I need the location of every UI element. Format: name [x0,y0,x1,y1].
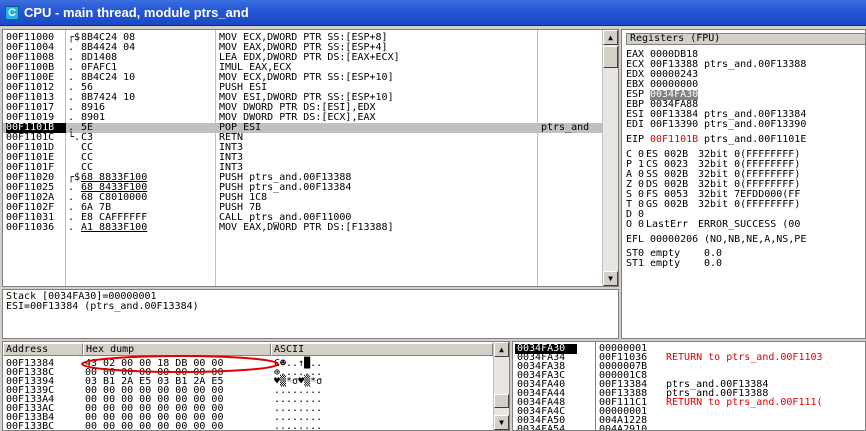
disasm-instruction: PUSH 1C8 [219,192,268,203]
disasm-row[interactable]: 00F1101D CC INT3 [3,143,603,153]
register-label: ST1 [626,258,645,269]
dump-header-ascii[interactable]: ASCII [271,343,493,356]
register-detail: (NO,NB,NE,A,NS,PE [704,234,807,245]
disasm-instruction: INT3 [219,142,244,153]
dump-row[interactable]: 00F1339C 00 00 00 00 00 00 00 00........ [3,386,493,396]
register-detail: ptrs_and.00F1101E [704,134,807,145]
disasm-row[interactable]: 00F1101B. 5E POP ESI ptrs_and [3,123,603,133]
disasm-instruction: INT3 [219,152,244,163]
disasm-row[interactable]: 00F1101C └. C3 RETN [3,133,603,143]
disassembly-pane[interactable]: 00F11000 ┌$ 8B4C24 08 MOV ECX,DWORD PTR SS:… [2,29,619,287]
dump-row[interactable]: 00F133AC 00 00 00 00 00 00 00 00........ [3,404,493,414]
dump-row[interactable]: 00F13384 43 02 00 00 18 DB 00 00 C☻..↑█.. [3,359,493,369]
register-row[interactable]: T 0 GS 002B 32bit 0(FFFFFFFF) [626,199,865,210]
stack-value: 004A2910 [599,424,648,431]
register-detail: 32bit 0(FFFFFFFF) [698,199,801,210]
register-value[interactable]: 00000206 [650,235,698,245]
disasm-row[interactable]: 00F1101E CC INT3 [3,153,603,163]
dump-scrollbar[interactable]: ▲ ▼ [493,342,509,430]
window-title: CPU - main thread, module ptrs_and [24,5,249,20]
stack-address: 0034FA54 [517,424,566,431]
register-detail: 0.0 [704,258,723,269]
registers-header[interactable]: Registers (FPU) [626,33,865,45]
disasm-hex: A1 8833F100 [81,222,148,233]
register-value[interactable]: LastErr [646,220,688,230]
disasm-instruction: MOV EAX,DWORD PTR DS:[F13388] [219,222,394,233]
disasm-instruction: POP ESI [219,122,262,133]
dump-scroll-thumb[interactable] [494,394,509,408]
info-line-esi: ESI=00F13384 (ptrs_and.00F13384) [6,301,199,312]
disasm-hex: 8B4C24 10 [81,72,136,83]
registers-pane[interactable]: Registers (FPU) EAX 0000DB18 ECX 00F13388 pt… [621,29,866,339]
stack-row[interactable]: 0034FA38 0000007B [513,362,865,372]
disasm-hex: 8901 [81,112,106,123]
disasm-row[interactable]: 00F11036. A1 8833F100 MOV EAX,DWORD PTR DS… [3,223,603,233]
register-detail: ERROR_SUCCESS (00 [698,219,801,230]
register-row[interactable]: O 0 LastErr ERROR_SUCCESS (00 [626,219,865,230]
disasm-comment: ptrs_and [541,122,590,133]
disasm-instruction: RETN [219,132,244,143]
register-detail: ptrs_and.00F13390 [704,119,807,130]
info-pane: Stack [0034FA30]=00000001 ESI=00F13384 (… [2,289,619,339]
disasm-row[interactable]: 00F11019. 8901 MOV DWORD PTR DS:[ECX],EAX [3,113,603,123]
disasm-row[interactable]: 00F1100E. 8B4C24 10 MOV ECX,DWORD PTR SS:[… [3,73,603,83]
register-value[interactable]: 00F13390 [650,120,698,130]
disasm-hex: CC [81,142,94,153]
register-row[interactable]: EIP 00F1101B ptrs_and.00F1101E [626,134,865,145]
scroll-down-button[interactable]: ▼ [603,271,618,286]
register-value[interactable]: GS 002B [646,200,688,210]
stack-row[interactable]: 0034FA34 00F11036 RETURN to ptrs_and.00F11… [513,353,865,363]
window-title-bar[interactable]: C CPU - main thread, module ptrs_and [0,0,866,26]
register-label: O 0 [626,219,645,230]
disasm-hex: CC [81,152,94,163]
dump-row[interactable]: 00F133BC 00 00 00 00 00 00 00 00........ [3,422,493,431]
stack-row[interactable]: 0034FA4C 00000001 [513,407,865,417]
scroll-up-button[interactable]: ▲ [603,30,618,45]
stack-row[interactable]: 0034FA54 004A2910 [513,424,865,431]
scroll-thumb[interactable] [603,46,618,68]
disasm-hex: C3 [81,132,94,143]
disasm-address: 00F11036 [6,222,55,233]
register-value[interactable]: empty [650,259,680,269]
register-detail: ptrs_and.00F13388 [704,59,807,70]
register-row[interactable]: EDI 00F13390 ptrs_and.00F13390 [626,119,865,130]
register-row[interactable]: EFL 00000206 (NO,NB,NE,A,NS,PE [626,234,865,245]
register-label: EFL [626,234,645,245]
disassembly-scrollbar[interactable]: ▲ ▼ [602,30,618,286]
disasm-bracket: . [68,222,75,233]
stack-row[interactable]: 0034FA48 00F111C1 RETURN to ptrs_and.00F11… [513,398,865,408]
dump-row[interactable]: 00F133A4 00 00 00 00 00 00 00 00........ [3,395,493,405]
register-value[interactable]: 00F1101B [650,135,698,145]
memory-dump-pane[interactable]: Address Hex dump ASCII 00F13384 43 02 00 … [2,341,510,431]
disasm-instruction: MOV DWORD PTR DS:[ECX],EAX [219,112,376,123]
dump-row[interactable]: 00F13394 03 B1 2A E5 03 B1 2A E5 ♥▒*σ♥▒*σ [3,377,493,387]
cpu-window-icon: C [5,6,19,20]
dump-header-hex[interactable]: Hex dump [83,343,271,356]
stack-row[interactable]: 0034FA50 004A1228 [513,416,865,426]
register-label: EIP [626,134,645,145]
stack-pane[interactable]: 0034FA30 00000001 0034FA34 00F11036 RETURN t… [512,341,866,431]
dump-header-address[interactable]: Address [3,343,83,356]
dump-row[interactable]: 00F1338C 00 00 00 00 00 00 00 00 ⊕....... [3,368,493,378]
disasm-hex: 5E [81,122,94,133]
dump-scroll-down-button[interactable]: ▼ [494,415,509,430]
disasm-bracket: └. [68,132,81,143]
register-row[interactable]: ST1 empty 0.0 [626,258,865,269]
register-label: EDI [626,119,645,130]
dump-scroll-up-button[interactable]: ▲ [494,342,509,357]
dump-row[interactable]: 00F133B4 00 00 00 00 00 00 00 00........ [3,413,493,423]
